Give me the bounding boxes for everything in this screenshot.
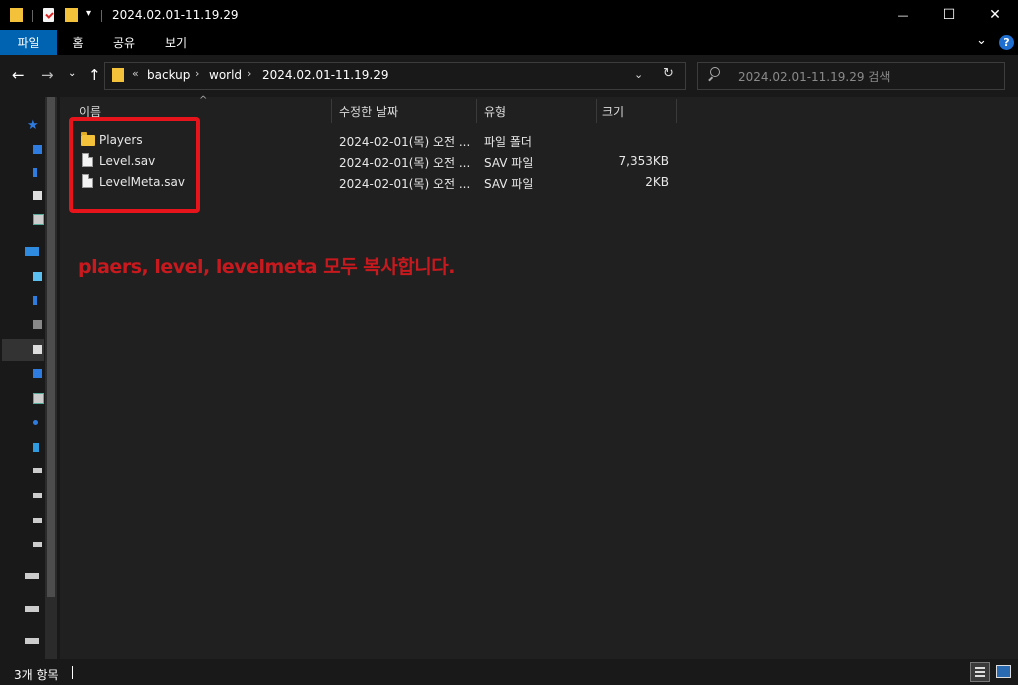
customize-toolbar-icon[interactable]: ▾ [86,8,91,19]
recent-locations-icon[interactable]: ⌄ [68,68,76,79]
this-pc-icon[interactable] [25,247,39,256]
file-type: SAV 파일 [484,177,534,191]
folder-title-icon [10,8,23,22]
quick-access-star-icon[interactable]: ★ [27,118,39,133]
item-count: 3개 항목 [14,668,59,682]
tab-home[interactable]: 홈 [62,30,94,55]
refresh-icon[interactable]: ↻ [663,66,674,81]
column-header-size[interactable]: 크기 [602,103,624,120]
column-separator[interactable] [331,99,332,123]
music-icon[interactable] [33,420,38,425]
file-modified: 2024-02-01(목) 오전 ... [339,135,471,149]
drive-c-icon[interactable] [33,468,42,473]
nav-scrollbar-thumb[interactable] [47,97,55,597]
column-header-type[interactable]: 유형 [484,103,506,120]
status-separator [72,666,73,679]
tab-view[interactable]: 보기 [158,30,194,55]
drive-e-icon[interactable] [33,518,42,523]
ribbon [0,30,1018,55]
downloads-icon[interactable] [33,168,37,177]
tab-file[interactable]: 파일 [0,30,57,55]
3d-objects-icon[interactable] [33,272,42,281]
file-size: 7,353KB [618,154,669,168]
properties-icon[interactable] [43,8,54,22]
annotation-text: plaers, level, levelmeta 모두 복사합니다. [78,256,455,278]
videos-icon[interactable] [33,320,42,329]
pictures-pc-icon[interactable] [33,393,44,404]
column-header-modified[interactable]: 수정한 날짜 [339,103,398,120]
file-modified: 2024-02-01(목) 오전 ... [339,177,471,191]
documents-pc-icon[interactable] [33,345,42,354]
removable-drive-2-icon[interactable] [25,606,39,612]
column-separator[interactable] [596,99,597,123]
breadcrumb-current[interactable]: 2024.02.01-11.19.29 [262,68,388,82]
title-separator [32,10,33,22]
window-title: 2024.02.01-11.19.29 [112,8,239,22]
new-folder-icon[interactable] [65,8,78,22]
search-placeholder[interactable]: 2024.02.01-11.19.29 검색 [738,68,890,85]
file-modified: 2024-02-01(목) 오전 ... [339,156,471,170]
back-arrow-icon[interactable]: ← [12,66,25,84]
details-view-icon[interactable] [970,662,990,682]
tab-share[interactable]: 공유 [106,30,142,55]
breadcrumb-backup[interactable]: backup [147,68,190,82]
status-bar [0,659,1018,685]
file-size: 2KB [645,175,669,189]
address-bar[interactable] [104,62,686,90]
maximize-button[interactable]: ☐ [926,0,972,30]
large-icons-view-icon[interactable] [994,662,1014,682]
breadcrumb-world[interactable]: world [209,68,242,82]
network-drive-icon[interactable] [33,443,39,452]
pictures-icon[interactable] [33,214,44,225]
desktop-pc-icon[interactable] [33,369,42,378]
column-separator[interactable] [676,99,677,123]
title-separator-2 [101,10,102,22]
close-button[interactable]: ✕ [972,0,1018,30]
drive-f-icon[interactable] [33,542,42,547]
column-separator[interactable] [476,99,477,123]
highlight-box [69,117,200,213]
minimize-button[interactable]: — [880,0,926,30]
address-folder-icon [112,68,124,82]
documents-icon[interactable] [33,191,42,200]
up-arrow-icon[interactable]: ↑ [88,66,101,84]
ribbon-expand-icon[interactable]: ⌄ [976,33,987,48]
help-icon[interactable]: ? [999,35,1014,50]
downloads-pc-icon[interactable] [33,296,37,305]
forward-arrow-icon[interactable]: → [41,66,54,84]
removable-drive-3-icon[interactable] [25,638,39,644]
drive-d-icon[interactable] [33,493,42,498]
sort-ascending-icon: ^ [199,95,208,106]
file-type: 파일 폴더 [484,135,532,149]
desktop-icon[interactable] [33,145,42,154]
file-type: SAV 파일 [484,156,534,170]
breadcrumb-separator[interactable]: › [195,67,199,80]
overflow-chevron-icon[interactable]: « [132,67,139,80]
address-dropdown-icon[interactable]: ⌄ [634,68,643,81]
breadcrumb-separator[interactable]: › [247,67,251,80]
removable-drive-icon[interactable] [25,573,39,579]
